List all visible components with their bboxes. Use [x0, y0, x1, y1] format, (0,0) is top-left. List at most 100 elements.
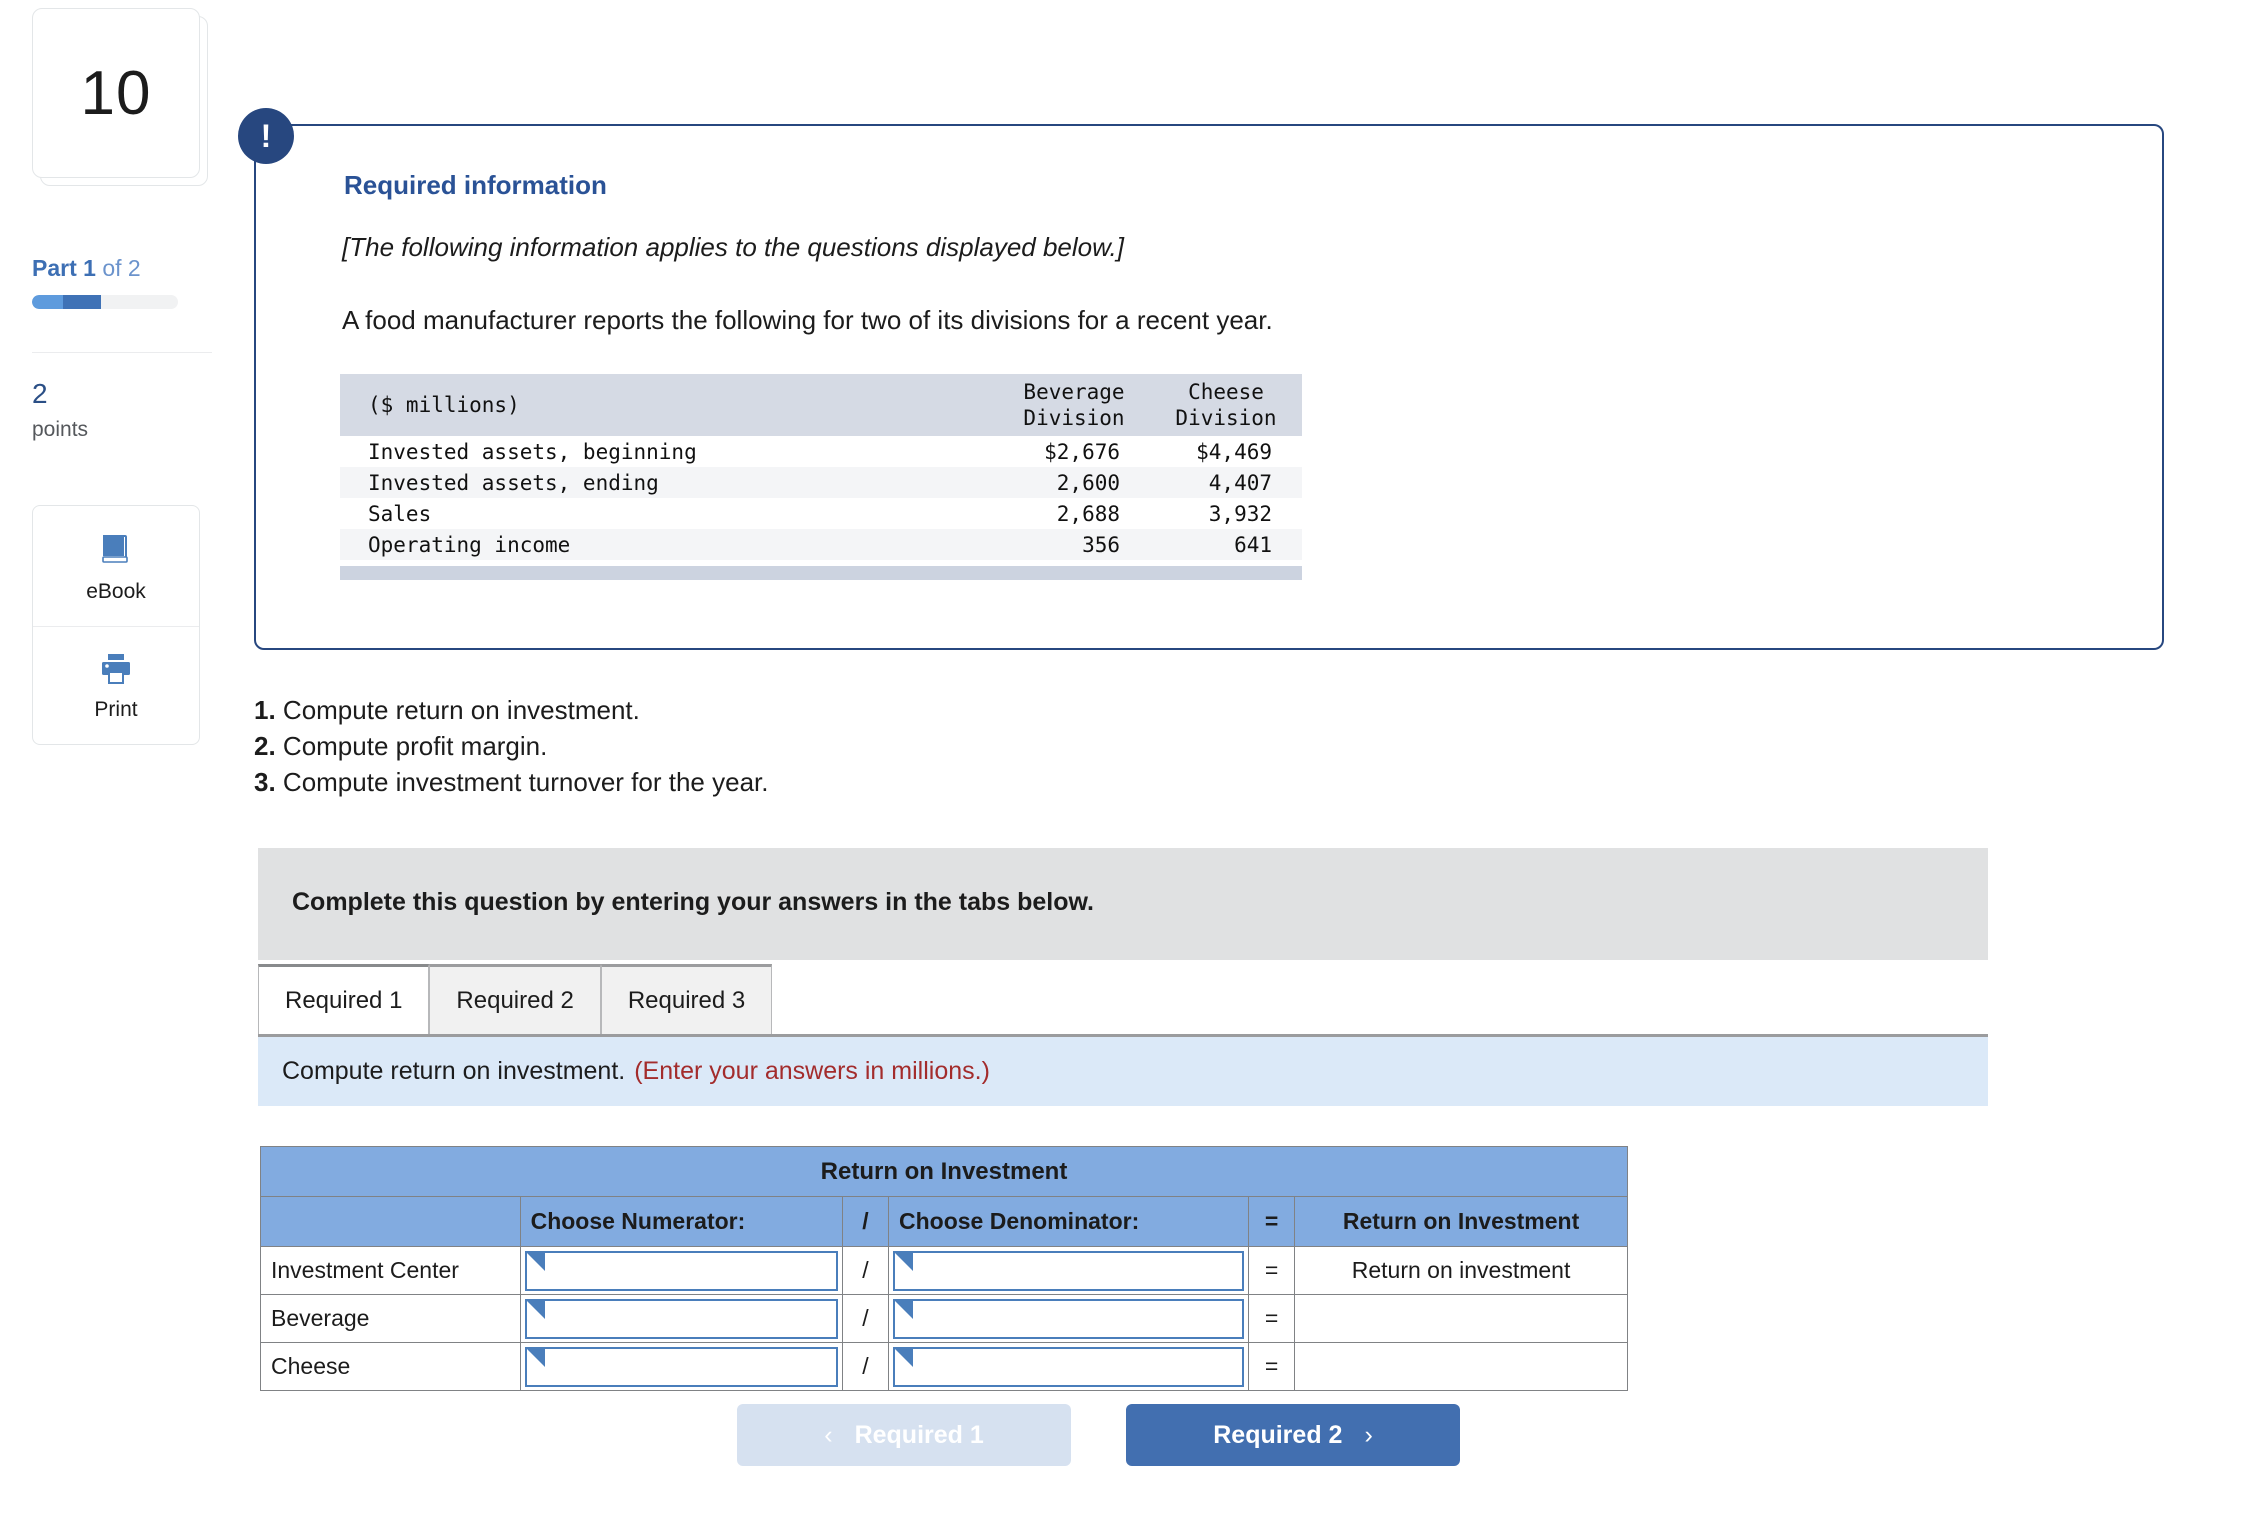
dropdown-marker-icon — [526, 1348, 545, 1367]
completion-instruction-text: Complete this question by entering your … — [292, 888, 1094, 916]
part-progress-current: Part 1 — [32, 255, 96, 281]
question-list: 1. Compute return on investment. 2. Comp… — [254, 693, 768, 801]
denominator-dropdown-beverage[interactable] — [893, 1298, 1245, 1339]
row-label: Invested assets, ending — [340, 467, 998, 498]
chevron-right-icon: › — [1364, 1420, 1373, 1449]
next-required-button[interactable]: Required 2 › — [1126, 1404, 1460, 1466]
chevron-left-icon: ‹ — [824, 1420, 833, 1449]
previous-required-button[interactable]: ‹ Required 1 — [737, 1404, 1071, 1466]
dropdown-marker-icon — [895, 1348, 913, 1367]
row-label: Sales — [340, 498, 998, 529]
numerator-cell-investment-center[interactable] — [519, 1246, 843, 1295]
slash-investment-center: / — [841, 1246, 890, 1295]
data-table-horizontal-scrollbar[interactable] — [340, 566, 1302, 580]
header-slash: / — [841, 1196, 890, 1247]
part-progress-label: Part 1 of 2 — [32, 255, 141, 282]
header-choose-numerator: Choose Numerator: — [519, 1196, 843, 1247]
question-card-front: 10 — [32, 8, 200, 178]
header-equals: = — [1248, 1196, 1296, 1247]
result-cheese — [1294, 1342, 1628, 1391]
table-row: Invested assets, beginning $2,676 $4,469 — [340, 436, 1302, 467]
data-col-beverage-line1: Beverage — [1023, 379, 1125, 404]
ebook-label: eBook — [86, 579, 146, 603]
row-beverage-value: 2,600 — [998, 467, 1150, 498]
data-col-cheese: Cheese Division — [1150, 374, 1302, 436]
answer-table-title: Return on Investment — [260, 1146, 1628, 1197]
table-row: Sales 2,688 3,932 — [340, 498, 1302, 529]
question-number-1: 1. — [254, 695, 276, 725]
list-item: 1. Compute return on investment. — [254, 693, 768, 729]
row-beverage-value: $2,676 — [998, 436, 1150, 467]
required-information-title: Required information — [344, 170, 607, 200]
data-col-unit-label: ($ millions) — [340, 374, 998, 436]
equals-cheese: = — [1248, 1342, 1296, 1391]
dropdown-marker-icon — [895, 1252, 913, 1271]
tab-required-2[interactable]: Required 2 — [429, 964, 601, 1034]
tab-prompt-bar: Compute return on investment. (Enter you… — [258, 1034, 1988, 1106]
tab-prompt-text: Compute return on investment. — [282, 1057, 626, 1085]
data-col-beverage-line2: Division — [1023, 406, 1125, 430]
numerator-cell-beverage[interactable] — [519, 1294, 843, 1343]
denominator-cell-beverage[interactable] — [887, 1294, 1250, 1343]
header-return-on-investment: Return on Investment — [1294, 1196, 1628, 1247]
denominator-dropdown-investment-center[interactable] — [893, 1250, 1245, 1291]
dropdown-marker-icon — [526, 1300, 545, 1319]
row-cheese-value: $4,469 — [1150, 436, 1302, 467]
numerator-dropdown-investment-center[interactable] — [524, 1250, 838, 1291]
points-label: points — [32, 418, 89, 441]
print-label: Print — [94, 698, 138, 721]
denominator-cell-cheese[interactable] — [887, 1342, 1250, 1391]
row-label-cheese: Cheese — [260, 1342, 521, 1391]
print-button[interactable]: Print — [33, 626, 199, 744]
ebook-icon — [96, 529, 136, 574]
completion-instruction-bar: Complete this question by entering your … — [258, 848, 1988, 960]
numerator-dropdown-cheese[interactable] — [524, 1346, 838, 1387]
tab-required-1[interactable]: Required 1 — [258, 964, 430, 1034]
sidebar-tools: eBook Print — [32, 505, 200, 745]
table-row: Beverage / = — [260, 1294, 1628, 1343]
sidebar: 10 Part 1 of 2 2 points eBook Print — [0, 0, 230, 1526]
required-tabs: Required 1 Required 2 Required 3 — [258, 964, 773, 1034]
dropdown-marker-icon — [895, 1300, 913, 1319]
points-value: 2 — [32, 378, 48, 409]
table-header-row: ($ millions) Beverage Division Cheese Di… — [340, 374, 1302, 436]
denominator-cell-investment-center[interactable] — [887, 1246, 1250, 1295]
numerator-dropdown-beverage[interactable] — [524, 1298, 838, 1339]
required-information-intro: A food manufacturer reports the followin… — [342, 305, 1273, 335]
progress-bar-segment-2 — [63, 295, 101, 309]
denominator-dropdown-cheese[interactable] — [893, 1346, 1245, 1387]
exclamation-icon: ! — [238, 108, 294, 164]
table-row: Invested assets, ending 2,600 4,407 — [340, 467, 1302, 498]
row-label: Invested assets, beginning — [340, 436, 998, 467]
row-beverage-value: 356 — [998, 529, 1150, 560]
tab-required-3[interactable]: Required 3 — [600, 964, 773, 1034]
question-text-3: Compute investment turnover for the year… — [275, 766, 769, 797]
tab-required-3-label: Required 3 — [627, 986, 746, 1014]
sidebar-divider — [32, 352, 212, 353]
next-required-label: Required 2 — [1213, 1420, 1343, 1449]
row-label: Operating income — [340, 529, 998, 560]
tab-required-1-label: Required 1 — [285, 986, 403, 1014]
header-rowlabel — [260, 1196, 521, 1247]
required-information-note: [The following information applies to th… — [342, 232, 1124, 262]
numerator-cell-cheese[interactable] — [519, 1342, 843, 1391]
previous-required-label: Required 1 — [854, 1420, 984, 1449]
division-data-table: ($ millions) Beverage Division Cheese Di… — [340, 374, 1302, 560]
question-number-2: 2. — [254, 730, 276, 761]
table-row: Investment Center / = Return on investme… — [260, 1246, 1628, 1295]
dropdown-marker-icon — [526, 1252, 545, 1271]
slash-beverage: / — [841, 1294, 890, 1343]
table-row: Cheese / = — [260, 1342, 1628, 1391]
question-text-2: Compute profit margin. — [275, 730, 548, 761]
ebook-button[interactable]: eBook — [33, 506, 199, 626]
row-label-investment-center: Investment Center — [260, 1246, 521, 1295]
progress-bar — [32, 295, 178, 309]
equals-investment-center: = — [1248, 1246, 1296, 1295]
data-col-cheese-line2: Division — [1175, 406, 1277, 430]
row-cheese-value: 3,932 — [1150, 498, 1302, 529]
answer-table-header-row: Choose Numerator: / Choose Denominator: … — [260, 1196, 1628, 1247]
table-row: Operating income 356 641 — [340, 529, 1302, 560]
question-number-card: 10 — [32, 8, 208, 188]
question-number: 10 — [80, 58, 152, 128]
list-item: 3. Compute investment turnover for the y… — [254, 765, 768, 801]
